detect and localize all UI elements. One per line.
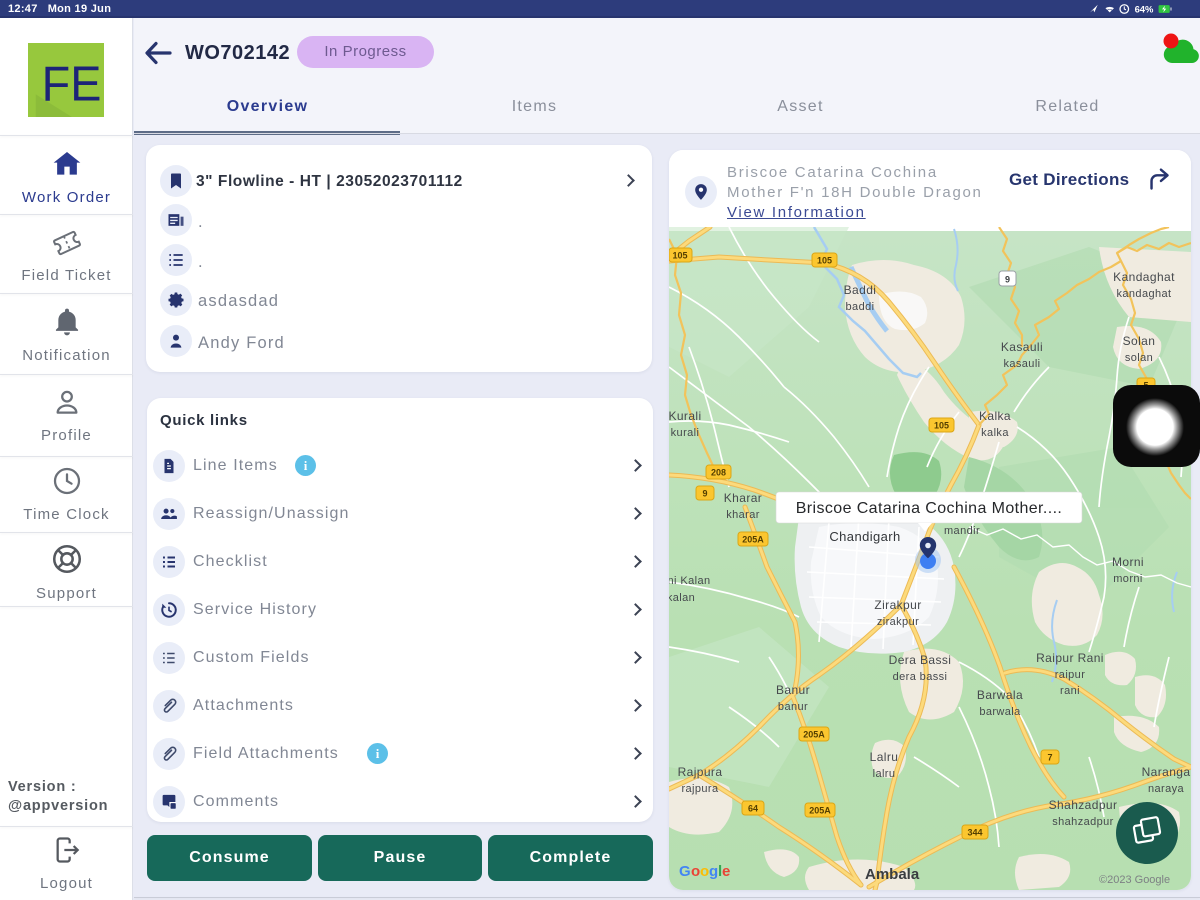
svg-text:Briscoe Catarina Cochina Mothe: Briscoe Catarina Cochina Mother.... — [796, 500, 1063, 517]
svg-text:dera bassi: dera bassi — [893, 671, 948, 683]
svg-text:FE: FE — [42, 56, 102, 111]
svg-text:kalka: kalka — [981, 427, 1009, 439]
svg-text:mandir: mandir — [944, 525, 980, 537]
svg-text:205A: 205A — [742, 535, 764, 545]
svg-text:raipur: raipur — [1055, 669, 1086, 681]
svg-text:baddi: baddi — [846, 301, 875, 313]
svg-text:naraya: naraya — [1148, 783, 1185, 795]
svg-text:o: o — [700, 863, 709, 880]
svg-text:Naranga: Naranga — [1142, 765, 1191, 779]
svg-text:shahzadpur: shahzadpur — [1052, 816, 1114, 828]
svg-text:Barwala: Barwala — [977, 688, 1023, 702]
svg-text:Banur: Banur — [776, 683, 810, 697]
svg-text:kurali: kurali — [671, 427, 700, 439]
svg-text:lalru: lalru — [873, 768, 896, 780]
svg-text:9: 9 — [702, 489, 707, 499]
svg-text:©2023 Google: ©2023 Google — [1099, 874, 1170, 886]
svg-text:105: 105 — [934, 421, 949, 431]
svg-text:g: g — [709, 863, 718, 880]
svg-text:barwala: barwala — [979, 706, 1021, 718]
svg-text:205A: 205A — [803, 730, 825, 740]
svg-text:Solan: Solan — [1123, 334, 1156, 348]
svg-text:105: 105 — [672, 251, 687, 261]
svg-text:Lalru: Lalru — [870, 750, 899, 764]
svg-text:morni: morni — [1113, 573, 1143, 585]
svg-text:205A: 205A — [809, 806, 831, 816]
svg-text:Kurali: Kurali — [669, 409, 702, 423]
svg-text:Zirakpur: Zirakpur — [874, 598, 921, 612]
svg-text:Rajpura: Rajpura — [678, 765, 723, 779]
svg-text:Shahzadpur: Shahzadpur — [1049, 798, 1118, 812]
svg-text:Ambala: Ambala — [865, 866, 920, 883]
svg-text:208: 208 — [711, 468, 726, 478]
svg-text:Kalka: Kalka — [979, 409, 1011, 423]
svg-text:e: e — [722, 863, 730, 880]
svg-text:Chandigarh: Chandigarh — [829, 529, 900, 544]
svg-text:Dera Bassi: Dera Bassi — [889, 653, 952, 667]
svg-text:Baddi: Baddi — [844, 283, 877, 297]
svg-text:Raipur Rani: Raipur Rani — [1036, 651, 1104, 665]
svg-text:rani: rani — [1060, 685, 1080, 697]
svg-text:kalan: kalan — [669, 592, 695, 604]
svg-text:105: 105 — [817, 256, 832, 266]
svg-text:kharar: kharar — [726, 509, 760, 521]
svg-text:kasauli: kasauli — [1003, 358, 1040, 370]
svg-text:7: 7 — [1047, 753, 1052, 763]
svg-text:banur: banur — [778, 701, 808, 713]
svg-text:ni Kalan: ni Kalan — [669, 575, 710, 587]
svg-text:64: 64 — [748, 804, 758, 814]
svg-text:rajpura: rajpura — [681, 783, 719, 795]
svg-text:9: 9 — [1005, 275, 1010, 285]
svg-text:Morni: Morni — [1112, 555, 1144, 569]
svg-text:G: G — [679, 863, 691, 880]
svg-text:kandaghat: kandaghat — [1117, 288, 1172, 300]
svg-text:64%: 64% — [1135, 3, 1154, 14]
svg-text:Kharar: Kharar — [724, 491, 762, 505]
svg-text:Kasauli: Kasauli — [1001, 340, 1043, 354]
svg-text:solan: solan — [1125, 352, 1153, 364]
svg-text:zirakpur: zirakpur — [877, 616, 919, 628]
svg-text:o: o — [691, 863, 700, 880]
svg-text:Kandaghat: Kandaghat — [1113, 270, 1175, 284]
svg-text:344: 344 — [967, 828, 982, 838]
